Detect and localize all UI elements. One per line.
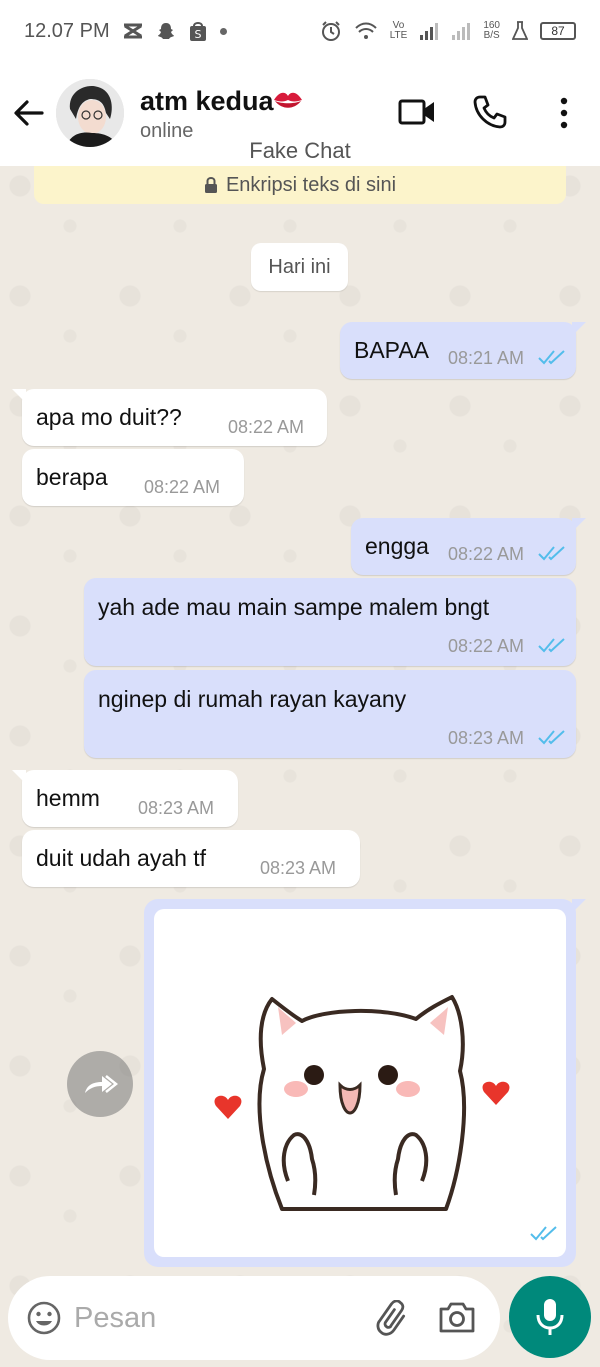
wifi-icon: [354, 22, 377, 39]
camera-icon[interactable]: [438, 1300, 476, 1334]
sticker-image[interactable]: [154, 909, 566, 1257]
sticker-message[interactable]: [144, 899, 586, 1267]
more-options-icon[interactable]: [552, 96, 576, 130]
video-call-icon[interactable]: [398, 96, 436, 128]
encryption-text: Enkripsi teks di sini: [225, 173, 397, 196]
signal-2-icon: [452, 23, 471, 40]
phone-call-icon[interactable]: [472, 94, 508, 130]
status-bar: 12.07 PM S Vo LTE 160 B/S 87: [0, 0, 600, 62]
back-arrow-icon[interactable]: [12, 96, 46, 130]
message-input[interactable]: [74, 1296, 364, 1340]
read-ticks-icon: [538, 350, 565, 365]
network-type: Vo LTE: [389, 20, 408, 41]
message-incoming[interactable]: berapa 08:22 AM: [22, 449, 244, 506]
read-ticks-icon: [538, 638, 565, 653]
message-outgoing[interactable]: yah ade mau main sampe malem bngt 08:22 …: [84, 578, 576, 666]
read-ticks-icon: [538, 546, 565, 561]
message-text: hemm: [36, 785, 100, 811]
date-separator: Hari ini: [251, 243, 348, 291]
message-time: 08:23 AM: [138, 798, 215, 818]
message-time: 08:23 AM: [260, 858, 337, 878]
shopee-icon: S: [189, 22, 206, 41]
snapchat-icon: [157, 23, 174, 39]
lock-icon: [204, 177, 217, 193]
battery-indicator: 87: [540, 22, 576, 40]
message-text: apa mo duit??: [36, 404, 182, 430]
message-text: engga: [365, 533, 429, 559]
forward-button[interactable]: [67, 1051, 133, 1117]
read-ticks-icon: [538, 730, 565, 745]
kiss-icon: [274, 92, 302, 108]
signal-icon: [420, 23, 439, 40]
fake-chat-watermark: Fake Chat: [249, 138, 351, 163]
read-ticks-icon: [530, 1226, 557, 1241]
network-speed: 160 B/S: [483, 20, 500, 41]
message-time: 08:22 AM: [228, 417, 305, 437]
message-time: 08:22 AM: [144, 477, 221, 497]
message-time: 08:22 AM: [448, 544, 525, 564]
message-text: berapa: [36, 464, 108, 490]
message-time: 08:23 AM: [448, 728, 525, 748]
flask-icon: [512, 21, 528, 40]
svg-text:S: S: [194, 28, 201, 41]
message-input-bar: [8, 1276, 500, 1360]
message-outgoing[interactable]: engga 08:22 AM: [351, 518, 586, 575]
message-incoming[interactable]: apa mo duit?? 08:22 AM: [12, 389, 327, 446]
cat-sticker-icon: [214, 995, 510, 1211]
forward-icon: [85, 1075, 118, 1093]
message-text: yah ade mau main sampe malem bngt: [98, 594, 490, 620]
message-text: duit udah ayah tf: [36, 845, 207, 871]
paperclip-icon[interactable]: [374, 1300, 412, 1338]
message-time: 08:22 AM: [448, 636, 525, 656]
alarm-icon: [321, 21, 340, 41]
message-time: 08:21 AM: [448, 348, 525, 368]
capcut-icon: [123, 23, 142, 39]
notification-dot-icon: [219, 27, 227, 35]
mic-button[interactable]: [509, 1276, 591, 1358]
message-incoming[interactable]: duit udah ayah tf 08:23 AM: [22, 830, 360, 887]
status-time: 12.07 PM: [24, 19, 110, 42]
emoji-icon[interactable]: [26, 1300, 62, 1336]
encryption-banner[interactable]: Enkripsi teks di sini: [34, 166, 566, 204]
mic-icon: [536, 1299, 564, 1335]
message-outgoing[interactable]: nginep di rumah rayan kayany 08:23 AM: [84, 670, 576, 758]
message-incoming[interactable]: hemm 08:23 AM: [12, 770, 238, 827]
message-text: nginep di rumah rayan kayany: [98, 686, 407, 712]
message-outgoing[interactable]: BAPAA 08:21 AM: [340, 322, 586, 379]
avatar[interactable]: [56, 79, 124, 147]
contact-name[interactable]: atm kedua: [140, 86, 274, 117]
message-text: BAPAA: [354, 337, 429, 363]
